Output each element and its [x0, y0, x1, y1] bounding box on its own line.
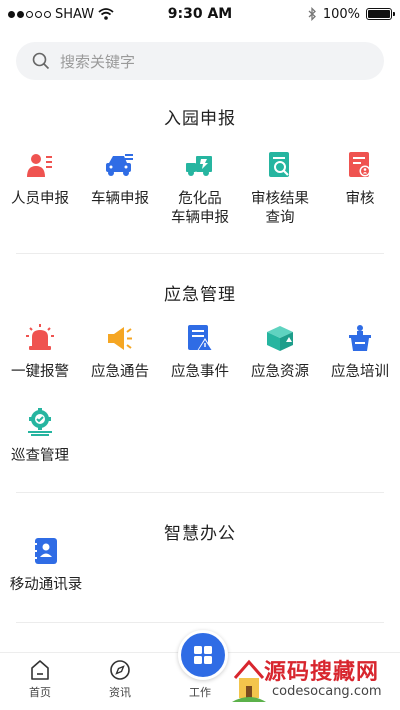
- section-emergency: 应急管理: [0, 280, 400, 305]
- mobile-contacts-label: 移动通讯录: [9, 577, 83, 593]
- divider: [16, 253, 384, 254]
- audit-query-button[interactable]: 审核结果 查询: [240, 150, 320, 228]
- work-center-button[interactable]: [178, 630, 228, 680]
- contacts-book-icon: [31, 536, 61, 566]
- one-click-alarm-label: 一键报警: [11, 364, 69, 380]
- hazmat-truck-icon: [185, 150, 215, 180]
- tab-label: 资讯: [109, 686, 131, 699]
- emergency-event-label: 应急事件: [171, 364, 229, 380]
- audit-label: 审核: [345, 191, 375, 207]
- divider: [16, 622, 384, 623]
- training-podium-icon: [345, 323, 375, 353]
- house-logo-icon: [232, 659, 266, 702]
- section-title: 应急管理: [164, 285, 236, 305]
- event-warning-icon: [185, 323, 215, 353]
- wifi-icon: [98, 8, 114, 20]
- tab-news[interactable]: 资讯: [80, 653, 160, 710]
- emergency-resource-button[interactable]: 应急资源: [240, 323, 320, 382]
- one-click-alarm-button[interactable]: 一键报警: [0, 323, 80, 382]
- watermark: 源码搜藏网 codesocang.com: [232, 650, 400, 710]
- hazmat-report-label: 危化品 车辆申报: [171, 191, 229, 226]
- battery-icon: [366, 8, 395, 20]
- patrol-management-button[interactable]: 巡查管理: [0, 407, 80, 466]
- status-bar: SHAW 9:30 AM 100%: [0, 0, 400, 28]
- audit-query-icon: [265, 150, 295, 180]
- tab-label: 首页: [29, 686, 51, 699]
- home-icon: [31, 660, 49, 680]
- watermark-url: codesocang.com: [272, 684, 382, 699]
- patrol-gear-icon: [25, 407, 55, 437]
- bluetooth-icon: [308, 7, 316, 21]
- tab-home[interactable]: 首页: [0, 653, 80, 710]
- carrier-name: SHAW: [55, 6, 95, 22]
- battery-percent: 100%: [322, 6, 360, 22]
- watermark-title: 源码搜藏网: [264, 660, 380, 685]
- patrol-management-label: 巡查管理: [11, 448, 69, 464]
- car-report-button[interactable]: 车辆申报: [80, 150, 160, 209]
- person-report-button[interactable]: 人员申报: [0, 150, 80, 209]
- emergency-notice-label: 应急通告: [91, 364, 149, 380]
- work-icon: [194, 646, 212, 664]
- car-report-label: 车辆申报: [91, 191, 149, 207]
- hazmat-report-button[interactable]: 危化品 车辆申报: [160, 150, 240, 228]
- megaphone-icon: [105, 323, 135, 353]
- resource-box-icon: [265, 323, 295, 353]
- clock: 9:30 AM: [167, 6, 233, 22]
- carrier-area: SHAW: [8, 7, 148, 22]
- emergency-resource-label: 应急资源: [251, 364, 309, 380]
- section-title: 入园申报: [164, 109, 236, 129]
- emergency-notice-button[interactable]: 应急通告: [80, 323, 160, 382]
- compass-icon: [110, 660, 130, 680]
- status-right: 100%: [252, 6, 395, 22]
- person-report-icon: [25, 150, 55, 180]
- emergency-training-button[interactable]: 应急培训: [320, 323, 400, 382]
- search-bar[interactable]: 搜索关键字: [16, 42, 384, 80]
- audit-icon: [345, 150, 375, 180]
- tab-label: 工作: [189, 686, 211, 699]
- audit-query-label: 审核结果 查询: [251, 191, 309, 226]
- divider: [16, 492, 384, 493]
- signal-icon: [8, 10, 51, 18]
- emergency-training-label: 应急培训: [331, 364, 389, 380]
- emergency-event-button[interactable]: 应急事件: [160, 323, 240, 382]
- person-report-label: 人员申报: [11, 191, 69, 207]
- mobile-contacts-button[interactable]: 移动通讯录: [6, 536, 86, 595]
- search-icon: [32, 52, 50, 70]
- alarm-light-icon: [25, 323, 55, 353]
- search-placeholder: 搜索关键字: [60, 52, 136, 71]
- car-report-icon: [105, 150, 135, 180]
- section-park-entry: 入园申报: [0, 104, 400, 129]
- audit-button[interactable]: 审核: [320, 150, 400, 209]
